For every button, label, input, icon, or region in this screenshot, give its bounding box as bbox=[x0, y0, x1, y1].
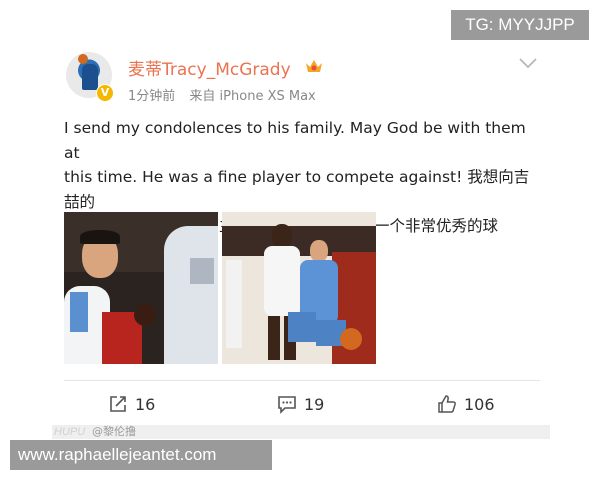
watermark-site: www.raphaellejeantet.com bbox=[10, 440, 272, 470]
post-photo-1[interactable] bbox=[64, 212, 218, 364]
vip-crown-icon bbox=[306, 60, 322, 72]
post-source: 来自 iPhone XS Max bbox=[189, 89, 316, 104]
share-button[interactable]: 16 bbox=[108, 393, 155, 415]
author-name[interactable]: 麦蒂Tracy_McGrady bbox=[128, 55, 291, 80]
chevron-down-icon[interactable] bbox=[518, 56, 538, 70]
watermark-tg: TG: MYYJJPP bbox=[451, 10, 589, 40]
hupu-watermark: HUPU bbox=[54, 426, 86, 438]
action-divider bbox=[64, 380, 540, 381]
post-text-line: this time. He was a fine player to compe… bbox=[64, 168, 530, 211]
like-count: 106 bbox=[464, 394, 495, 414]
post-time: 1分钟前 bbox=[128, 89, 176, 104]
share-icon bbox=[110, 396, 126, 412]
comment-icon bbox=[278, 396, 296, 414]
avatar-basketball bbox=[78, 54, 88, 64]
post-meta: 1分钟前 来自 iPhone XS Max bbox=[128, 85, 326, 104]
post-text-line: I send my condolences to his family. May… bbox=[64, 119, 526, 162]
watermark-handle: @黎伦撸 bbox=[92, 425, 136, 438]
like-icon bbox=[438, 395, 456, 413]
avatar-player bbox=[82, 64, 98, 90]
comment-count: 19 bbox=[304, 394, 325, 414]
share-count: 16 bbox=[135, 394, 156, 414]
verified-icon: V bbox=[96, 84, 114, 102]
comment-button[interactable]: 19 bbox=[277, 393, 324, 415]
post-photo-2[interactable] bbox=[222, 212, 376, 364]
like-button[interactable]: 106 bbox=[437, 393, 495, 415]
